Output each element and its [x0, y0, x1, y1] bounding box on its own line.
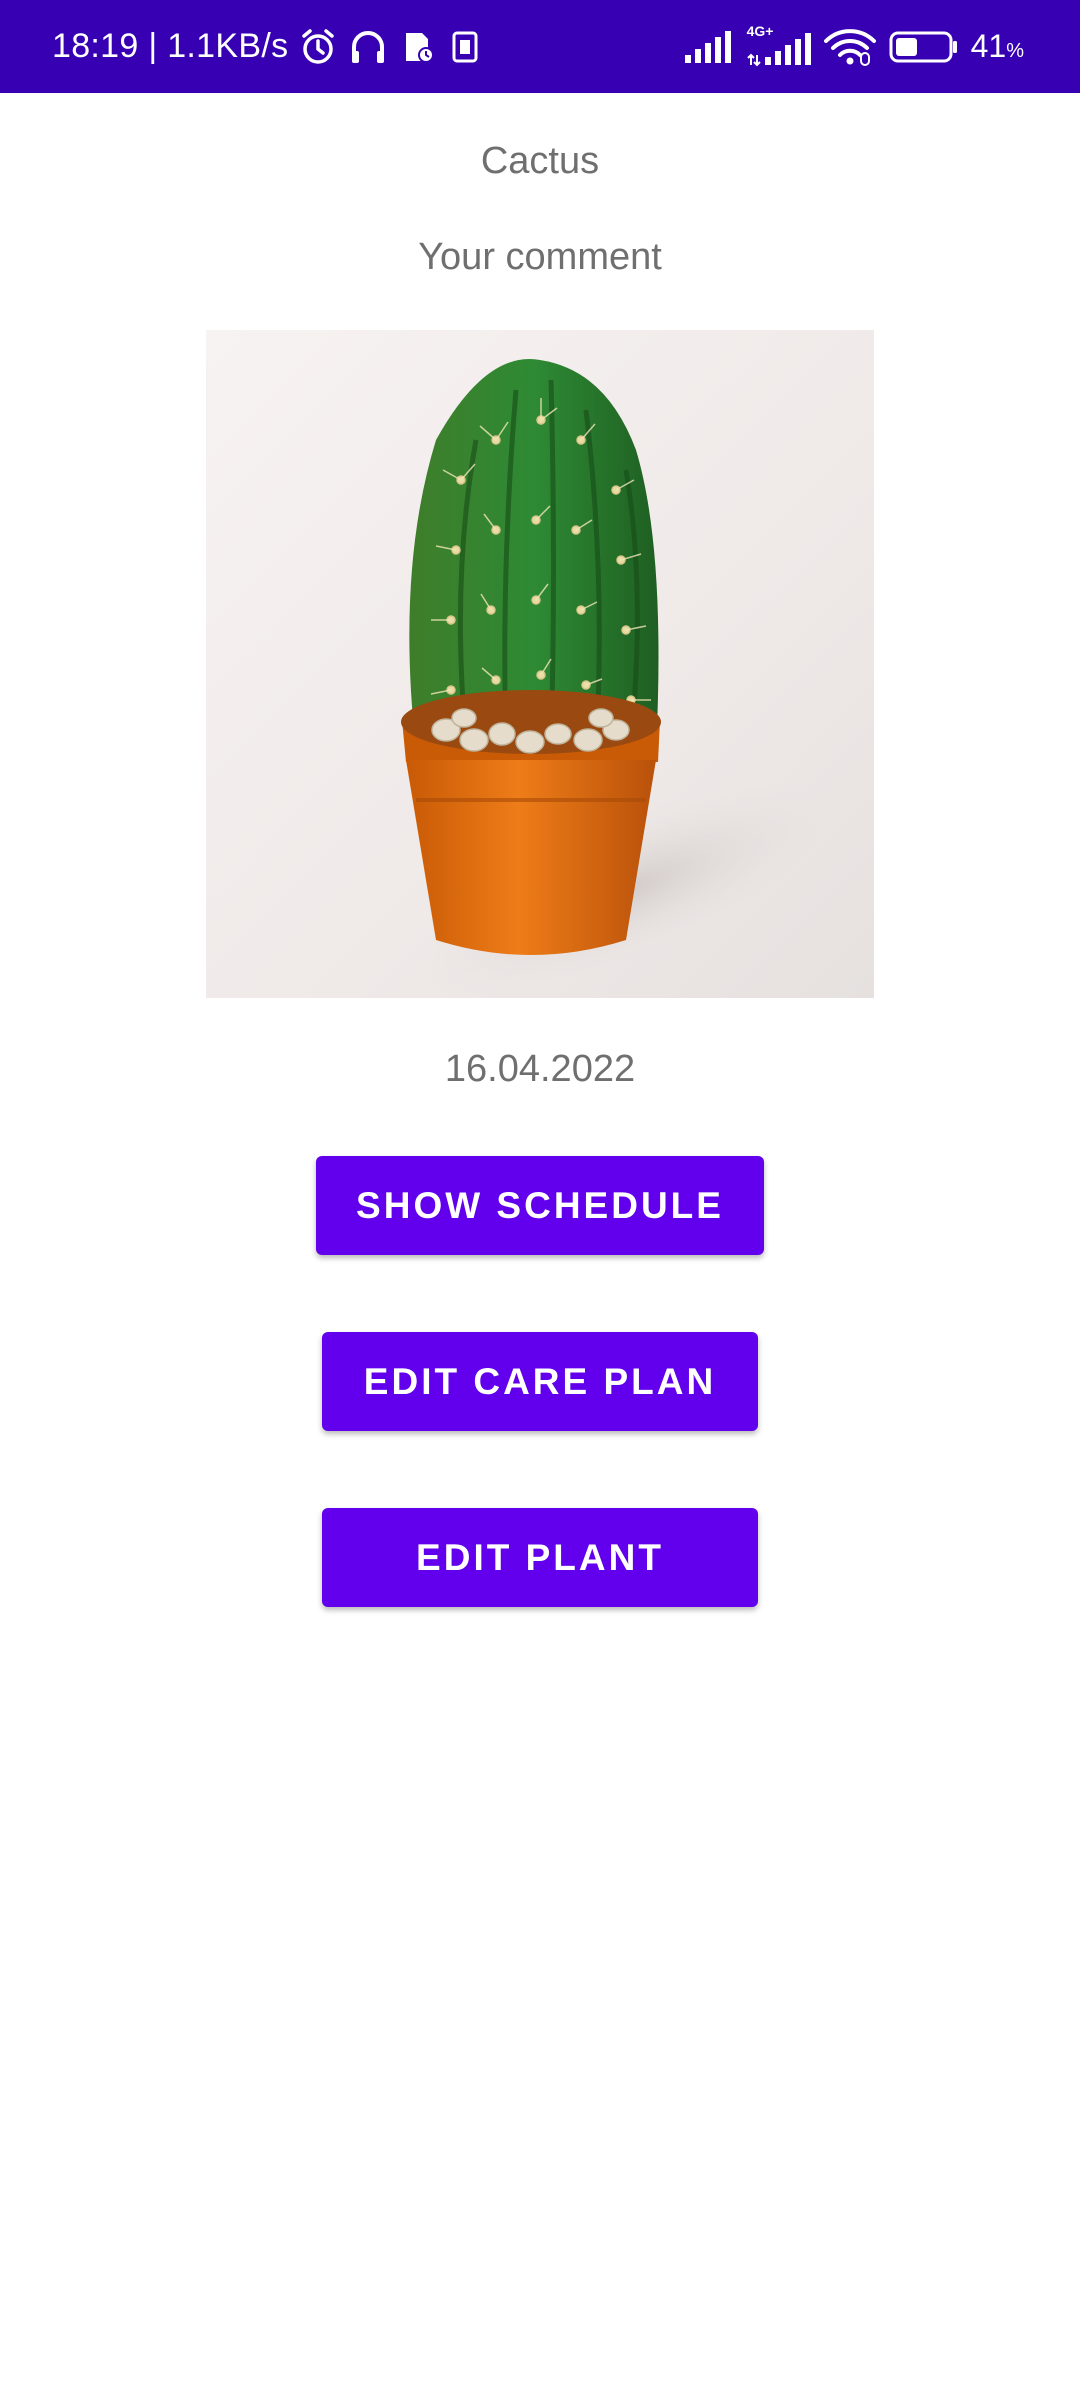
alarm-icon	[298, 27, 338, 67]
plant-photo	[206, 330, 874, 998]
show-schedule-button[interactable]: SHOW SCHEDULE	[316, 1156, 764, 1255]
potted-cactus-photo	[401, 359, 841, 998]
status-time-speed: 18:19 | 1.1KB/s	[52, 27, 289, 65]
battery-percent-value: 41	[970, 28, 1007, 64]
battery-percent-unit: %	[1006, 40, 1024, 62]
plant-comment: Your comment	[418, 236, 662, 278]
edit-care-plan-button[interactable]: EDIT CARE PLAN	[322, 1332, 758, 1431]
signal-4g-icon: 4G+	[747, 23, 811, 67]
battery-icon	[889, 29, 959, 65]
wifi-icon	[823, 27, 877, 67]
sim-card-icon	[448, 27, 482, 67]
battery-percent: 41%	[971, 28, 1024, 65]
headphones-icon	[348, 27, 388, 67]
signal-icon	[683, 29, 735, 65]
status-bar: 18:19 | 1.1KB/s 4G+ 41%	[0, 0, 1080, 93]
app-notification-icon	[398, 27, 438, 67]
plant-name: Cactus	[480, 140, 600, 182]
plant-date: 16.04.2022	[444, 1048, 636, 1090]
status-bar-left: 18:19 | 1.1KB/s	[52, 0, 482, 93]
edit-plant-button[interactable]: EDIT PLANT	[322, 1508, 758, 1607]
status-bar-right: 4G+ 41%	[683, 0, 1024, 93]
